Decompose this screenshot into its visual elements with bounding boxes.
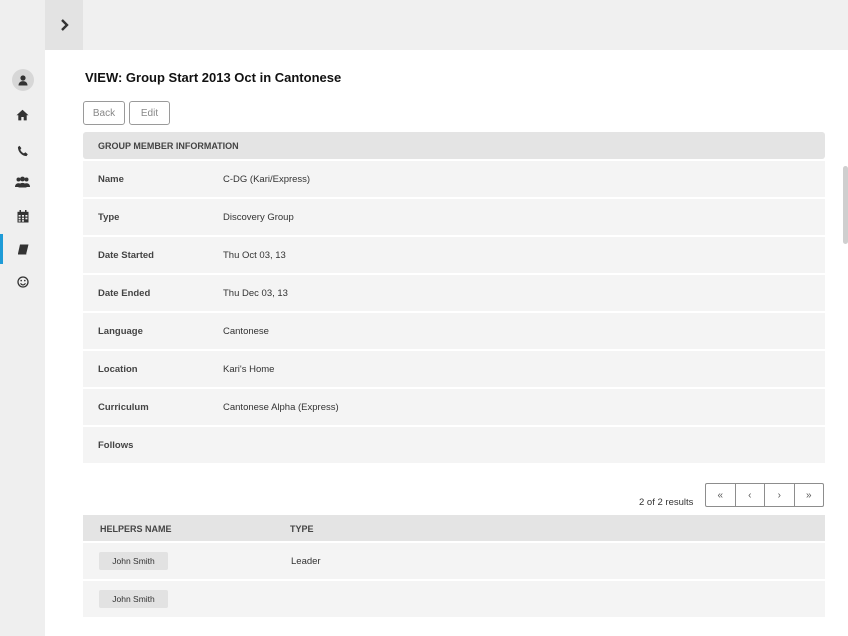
info-row-date-started: Date Started Thu Oct 03, 13	[83, 237, 825, 273]
info-row-follows: Follows	[83, 427, 825, 463]
info-label: Curriculum	[98, 401, 149, 413]
results-count: 2 of 2 results	[639, 497, 694, 508]
info-row-type: Type Discovery Group	[83, 199, 825, 235]
sidebar-item-home[interactable]	[0, 98, 45, 132]
table-row: John Smith	[83, 581, 825, 617]
top-bar	[45, 0, 848, 50]
info-label: Language	[98, 325, 143, 337]
sidebar-item-smiley[interactable]	[0, 265, 45, 299]
info-row-location: Location Kari's Home	[83, 351, 825, 387]
info-row-language: Language Cantonese	[83, 313, 825, 349]
info-row-date-ended: Date Ended Thu Dec 03, 13	[83, 275, 825, 311]
column-header-helpers-name: HELPERS NAME	[100, 524, 172, 534]
back-button[interactable]: Back	[83, 101, 125, 125]
sidebar-item-profile[interactable]	[0, 63, 45, 97]
calendar-icon	[17, 209, 28, 222]
helper-name-chip[interactable]: John Smith	[99, 590, 168, 608]
info-value: Kari's Home	[223, 363, 275, 375]
phone-icon	[17, 145, 28, 157]
helper-type: Leader	[291, 556, 321, 567]
next-page-button[interactable]: ›	[764, 484, 794, 506]
sidebar	[0, 0, 45, 636]
sidebar-item-groups[interactable]	[0, 165, 45, 199]
sidebar-item-calls[interactable]	[0, 134, 45, 168]
column-header-type: TYPE	[290, 524, 314, 534]
last-page-button[interactable]: »	[793, 484, 824, 506]
info-row-curriculum: Curriculum Cantonese Alpha (Express)	[83, 389, 825, 425]
prev-page-button[interactable]: ‹	[734, 484, 765, 506]
info-row-name: Name C-DG (Kari/Express)	[83, 161, 825, 197]
chevron-right-icon	[60, 19, 69, 31]
info-value: Cantonese Alpha (Express)	[223, 401, 339, 413]
info-label: Date Started	[98, 249, 154, 261]
info-value: Discovery Group	[223, 211, 294, 223]
info-label: Date Ended	[98, 287, 151, 299]
info-label: Name	[98, 173, 124, 185]
pagination: « ‹ › »	[705, 483, 824, 507]
table-row: John Smith Leader	[83, 543, 825, 579]
user-icon	[11, 69, 34, 91]
info-value: Thu Dec 03, 13	[223, 287, 288, 299]
sidebar-item-curriculum[interactable]	[0, 232, 45, 266]
scrollbar-thumb[interactable]	[843, 166, 848, 244]
group-info-header: GROUP MEMBER INFORMATION	[83, 132, 825, 159]
info-label: Follows	[98, 439, 134, 451]
helpers-table-header: HELPERS NAME TYPE	[83, 515, 825, 541]
home-icon	[16, 109, 29, 121]
edit-button[interactable]: Edit	[129, 101, 170, 125]
sidebar-item-calendar[interactable]	[0, 199, 45, 233]
main-content: VIEW: Group Start 2013 Oct in Cantonese …	[45, 50, 848, 636]
helper-name-chip[interactable]: John Smith	[99, 552, 168, 570]
info-label: Location	[98, 363, 138, 375]
sidebar-toggle-button[interactable]	[45, 0, 83, 50]
users-icon	[15, 176, 30, 188]
info-label: Type	[98, 211, 120, 223]
info-value: Cantonese	[223, 325, 269, 337]
info-value: Thu Oct 03, 13	[223, 249, 286, 261]
book-icon	[17, 244, 28, 254]
info-value: C-DG (Kari/Express)	[223, 173, 311, 185]
smiley-icon	[16, 276, 29, 288]
page-title: VIEW: Group Start 2013 Oct in Cantonese	[85, 70, 342, 85]
first-page-button[interactable]: «	[706, 484, 735, 506]
